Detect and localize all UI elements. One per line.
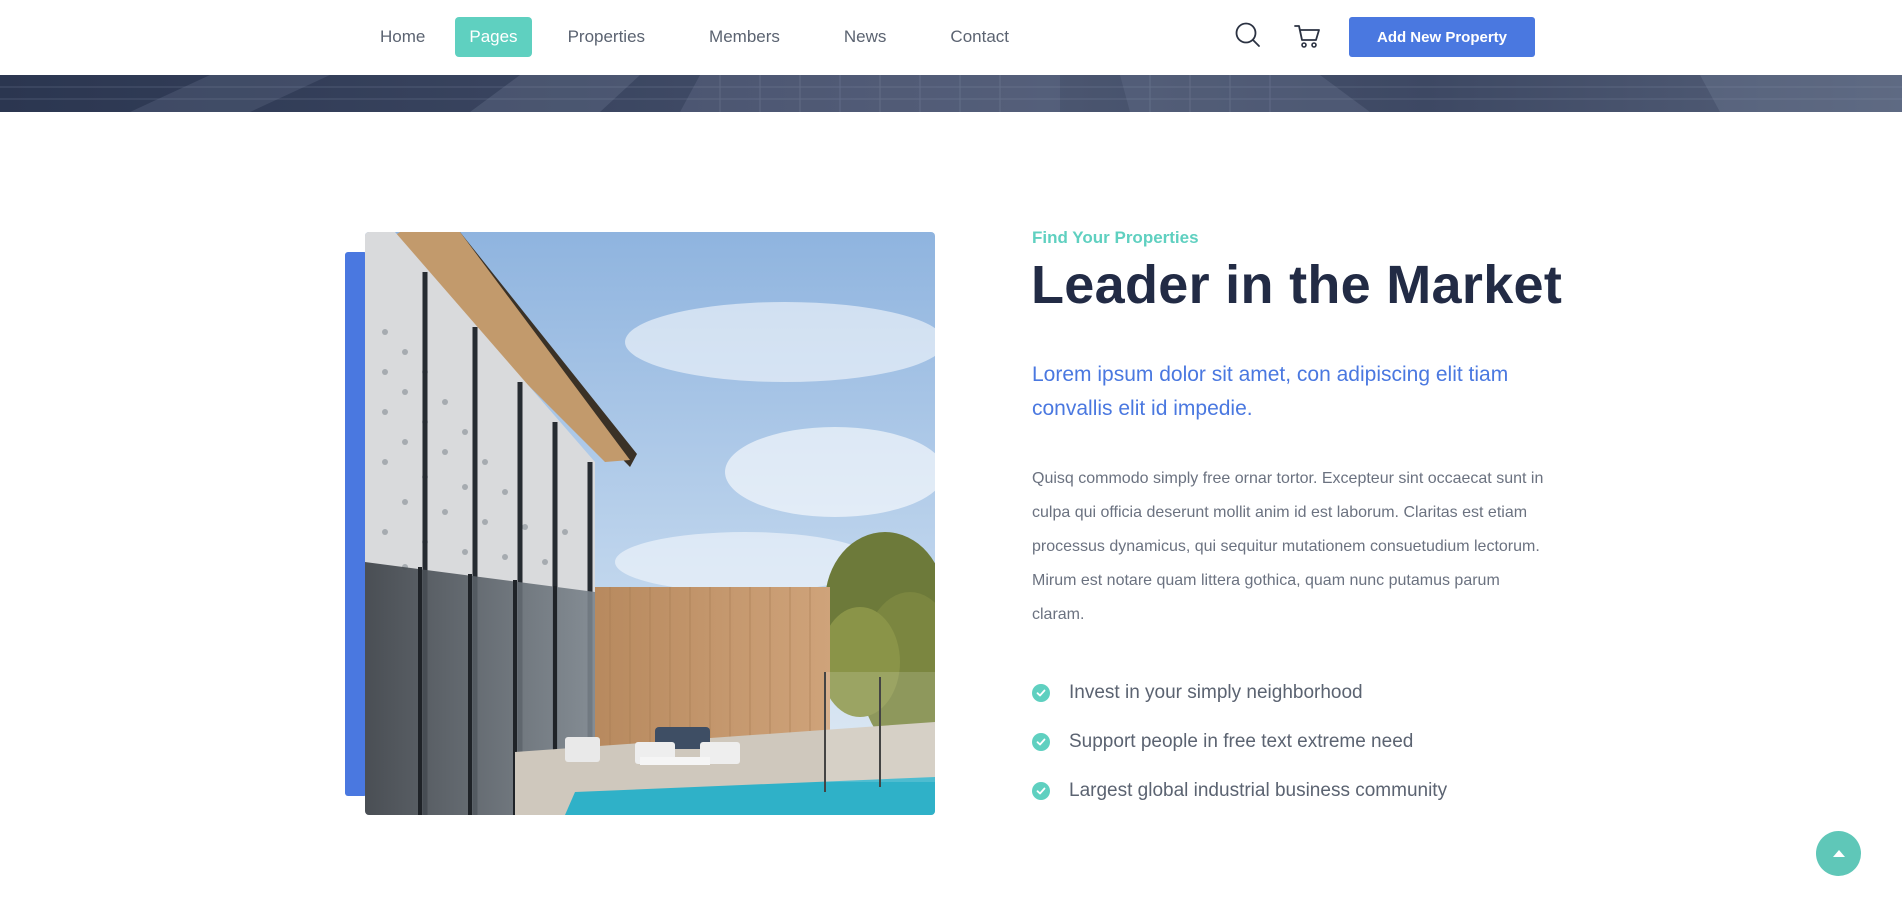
feature-list: Invest in your simply neighborhood Suppo… <box>1032 668 1447 815</box>
section-eyebrow: Find Your Properties <box>1032 228 1199 247</box>
nav-item-members[interactable]: Members <box>709 17 780 57</box>
section-lead: Lorem ipsum dolor sit amet, con adipisci… <box>1032 363 1509 420</box>
search-icon[interactable] <box>1232 20 1264 52</box>
cart-icon[interactable] <box>1292 20 1324 52</box>
feature-item: Largest global industrial business commu… <box>1032 766 1447 815</box>
check-circle-icon <box>1032 683 1050 702</box>
page-banner <box>0 75 1902 112</box>
back-to-top-button[interactable] <box>1816 831 1861 876</box>
nav-item-news[interactable]: News <box>844 17 887 57</box>
check-circle-icon <box>1032 732 1050 751</box>
nav-item-pages[interactable]: Pages <box>455 17 532 57</box>
nav-item-contact[interactable]: Contact <box>950 17 1009 57</box>
chevron-up-icon <box>1832 849 1845 857</box>
check-circle-icon <box>1032 781 1050 800</box>
property-photo <box>365 232 935 815</box>
feature-label: Invest in your simply neighborhood <box>1069 681 1363 703</box>
main-nav: Home Pages Properties Members News Conta… <box>362 17 1009 57</box>
image-accent-bar <box>345 252 367 796</box>
nav-item-home[interactable]: Home <box>362 17 443 57</box>
nav-item-properties[interactable]: Properties <box>568 17 645 57</box>
add-new-property-button[interactable]: Add New Property <box>1349 17 1535 57</box>
feature-label: Support people in free text extreme need <box>1069 730 1414 752</box>
section-title: Leader in the Market <box>1031 255 1563 315</box>
feature-item: Invest in your simply neighborhood <box>1032 668 1447 717</box>
section-body: Quisq commodo simply free ornar tortor. … <box>1032 470 1544 623</box>
feature-item: Support people in free text extreme need <box>1032 717 1447 766</box>
site-header: Home Pages Properties Members News Conta… <box>0 0 1902 75</box>
feature-label: Largest global industrial business commu… <box>1069 779 1448 801</box>
